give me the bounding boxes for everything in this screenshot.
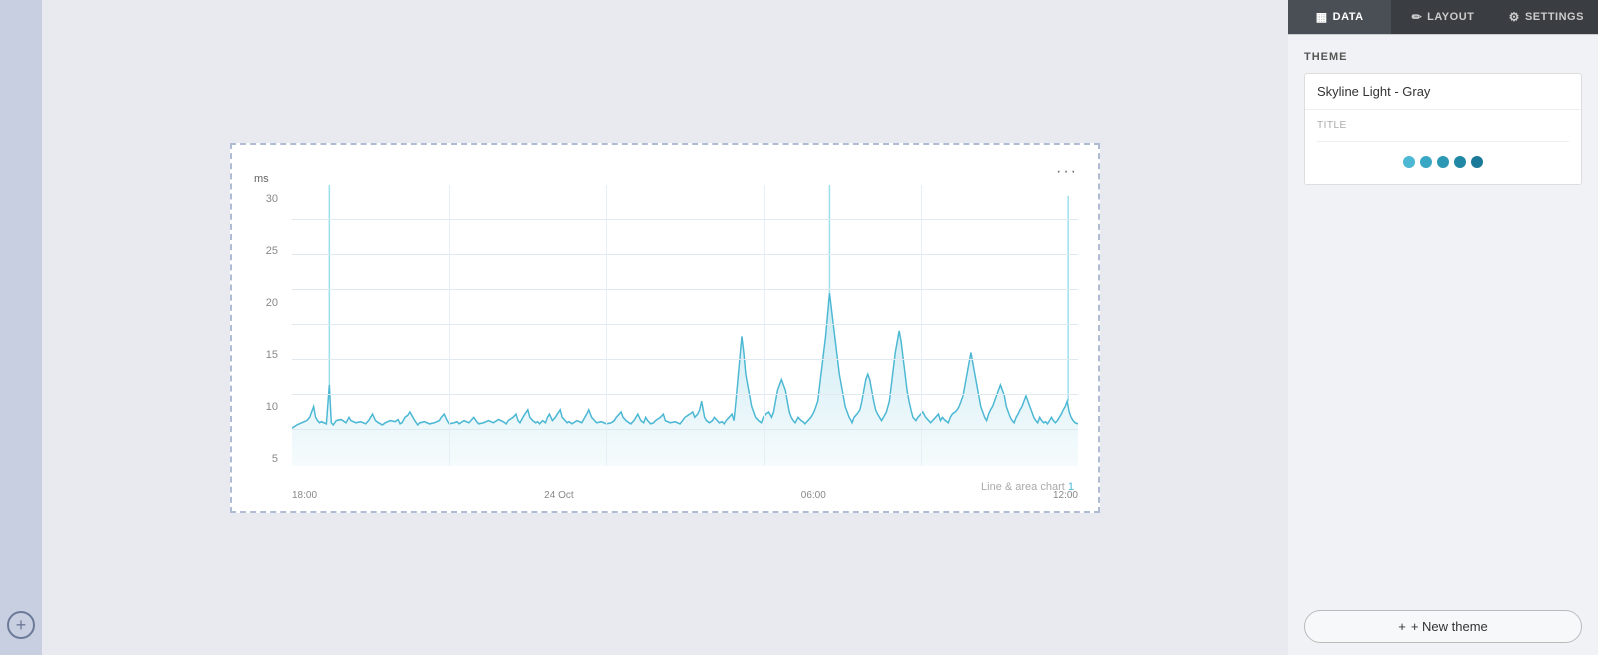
preview-dot-3 [1437, 156, 1449, 168]
theme-preview-title: TITLE [1317, 120, 1569, 131]
chart-title-area: Line & area chart 1 [981, 481, 1074, 493]
x-label-1800: 18:00 [292, 490, 317, 501]
plus-icon: + [16, 615, 27, 636]
preview-dot-4 [1454, 156, 1466, 168]
plus-icon-theme: + [1398, 619, 1406, 634]
grid-line-7 [292, 219, 1078, 220]
y-label-10: 10 [254, 401, 278, 413]
tab-settings-label: SETTINGS [1525, 11, 1584, 23]
tab-layout[interactable]: ✏ LAYOUT [1391, 0, 1494, 34]
grid-line-3 [292, 359, 1078, 360]
data-tab-icon: ▦ [1316, 10, 1328, 24]
add-panel-button[interactable]: + [7, 611, 35, 639]
y-label-30: 30 [254, 193, 278, 205]
chart-y-axis: 5 10 15 20 25 30 [254, 193, 278, 466]
chart-more-button[interactable]: ··· [1056, 163, 1078, 181]
theme-card: Skyline Light - Gray TITLE [1304, 73, 1582, 185]
grid-line-5 [292, 289, 1078, 290]
grid-line-2 [292, 394, 1078, 395]
theme-section-label: THEME [1304, 51, 1582, 63]
x-label-0600: 06:00 [801, 490, 826, 501]
preview-dot-1 [1403, 156, 1415, 168]
chart-line-svg [292, 185, 1078, 466]
tab-layout-label: LAYOUT [1427, 11, 1474, 23]
left-sidebar: + [0, 0, 42, 655]
new-theme-button[interactable]: + + New theme [1304, 610, 1582, 643]
new-theme-label: + New theme [1411, 619, 1488, 634]
panel-body: THEME Skyline Light - Gray TITLE [1288, 35, 1598, 598]
theme-preview: TITLE [1305, 110, 1581, 184]
tab-data-label: DATA [1333, 11, 1364, 23]
y-label-20: 20 [254, 297, 278, 309]
tab-data[interactable]: ▦ DATA [1288, 0, 1391, 34]
panel-tabs: ▦ DATA ✏ LAYOUT ⚙ SETTINGS [1288, 0, 1598, 35]
theme-name: Skyline Light - Gray [1305, 74, 1581, 110]
grid-line-4 [292, 324, 1078, 325]
y-label-5: 5 [254, 453, 278, 465]
preview-dots [1317, 150, 1569, 174]
chart-inner: ··· ms 5 10 15 20 25 30 [242, 155, 1088, 501]
main-content: ··· ms 5 10 15 20 25 30 [42, 0, 1288, 655]
grid-line-6 [292, 254, 1078, 255]
chart-plot-area [292, 185, 1078, 466]
settings-tab-icon: ⚙ [1509, 10, 1520, 24]
chart-title-number: 1 [1068, 481, 1074, 493]
chart-container: ··· ms 5 10 15 20 25 30 [230, 143, 1100, 513]
chart-title-text: Line & area chart [981, 481, 1065, 493]
chart-x-axis: 18:00 24 Oct 06:00 12:00 [292, 490, 1078, 501]
x-label-24oct: 24 Oct [544, 490, 573, 501]
y-label-25: 25 [254, 245, 278, 257]
y-label-15: 15 [254, 349, 278, 361]
preview-dot-5 [1471, 156, 1483, 168]
grid-line-1 [292, 429, 1078, 430]
chart-unit-label: ms [254, 173, 269, 185]
layout-tab-icon: ✏ [1412, 10, 1423, 24]
right-panel: ▦ DATA ✏ LAYOUT ⚙ SETTINGS THEME Skyline… [1288, 0, 1598, 655]
preview-dot-2 [1420, 156, 1432, 168]
tab-settings[interactable]: ⚙ SETTINGS [1495, 0, 1598, 34]
more-icon: ··· [1056, 163, 1078, 180]
